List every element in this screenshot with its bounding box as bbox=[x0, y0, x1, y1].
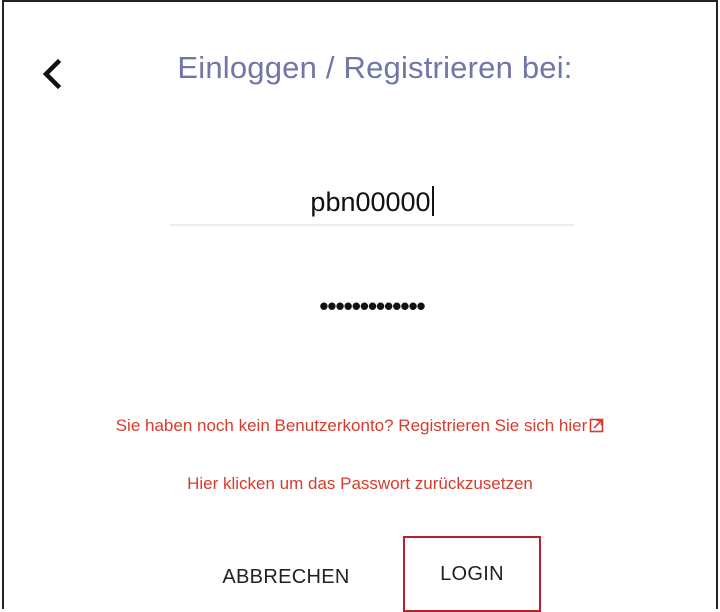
password-value: ••••••••••••• bbox=[319, 291, 425, 321]
external-link-icon bbox=[589, 418, 604, 438]
username-input[interactable]: pbn00000 bbox=[170, 180, 574, 226]
login-dialog: Einloggen / Registrieren bei: pbn00000 •… bbox=[2, 0, 718, 612]
text-caret bbox=[431, 186, 434, 216]
dialog-title: Einloggen / Registrieren bei: bbox=[177, 50, 573, 85]
password-input[interactable]: ••••••••••••• bbox=[170, 284, 574, 328]
reset-password-link[interactable]: Hier klicken um das Passwort zurückzuset… bbox=[4, 474, 716, 494]
username-value: pbn00000 bbox=[310, 187, 431, 217]
login-button[interactable]: LOGIN bbox=[403, 536, 541, 612]
register-link-label: Sie haben noch kein Benutzerkonto? Regis… bbox=[115, 416, 588, 435]
cancel-button[interactable]: ABBRECHEN bbox=[202, 542, 370, 612]
register-link[interactable]: Sie haben noch kein Benutzerkonto? Regis… bbox=[4, 416, 716, 438]
